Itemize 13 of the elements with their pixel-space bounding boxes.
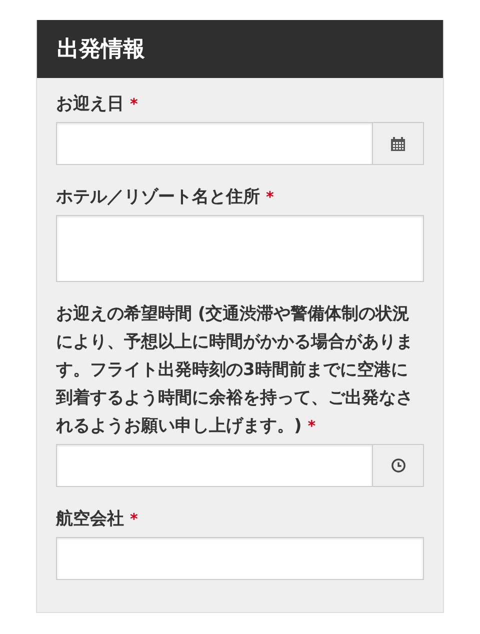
calendar-button[interactable] — [373, 122, 424, 165]
field-label: 航空会社 * — [56, 508, 139, 531]
input-field[interactable] — [56, 537, 424, 580]
calendar-icon — [390, 136, 406, 152]
input-field[interactable] — [56, 122, 373, 165]
textarea-field[interactable] — [56, 215, 424, 282]
field-label: お迎え日 * — [56, 93, 139, 116]
clock-button[interactable] — [373, 444, 424, 487]
panel-title: 出発情報 — [57, 36, 145, 64]
input-field[interactable] — [56, 444, 373, 487]
clock-icon — [390, 458, 406, 473]
field-label: ホテル／リゾート名と住所 * — [56, 186, 275, 209]
field-label: お迎えの希望時間 (交通渋滞や警備体制の状況により、予想以上に時間がかかる場合があります。フライト出発時刻の3時間前までに空港に到着するよう時間に余裕を持って、ご出発なされるようお願い申し上げます。) * — [56, 303, 414, 438]
